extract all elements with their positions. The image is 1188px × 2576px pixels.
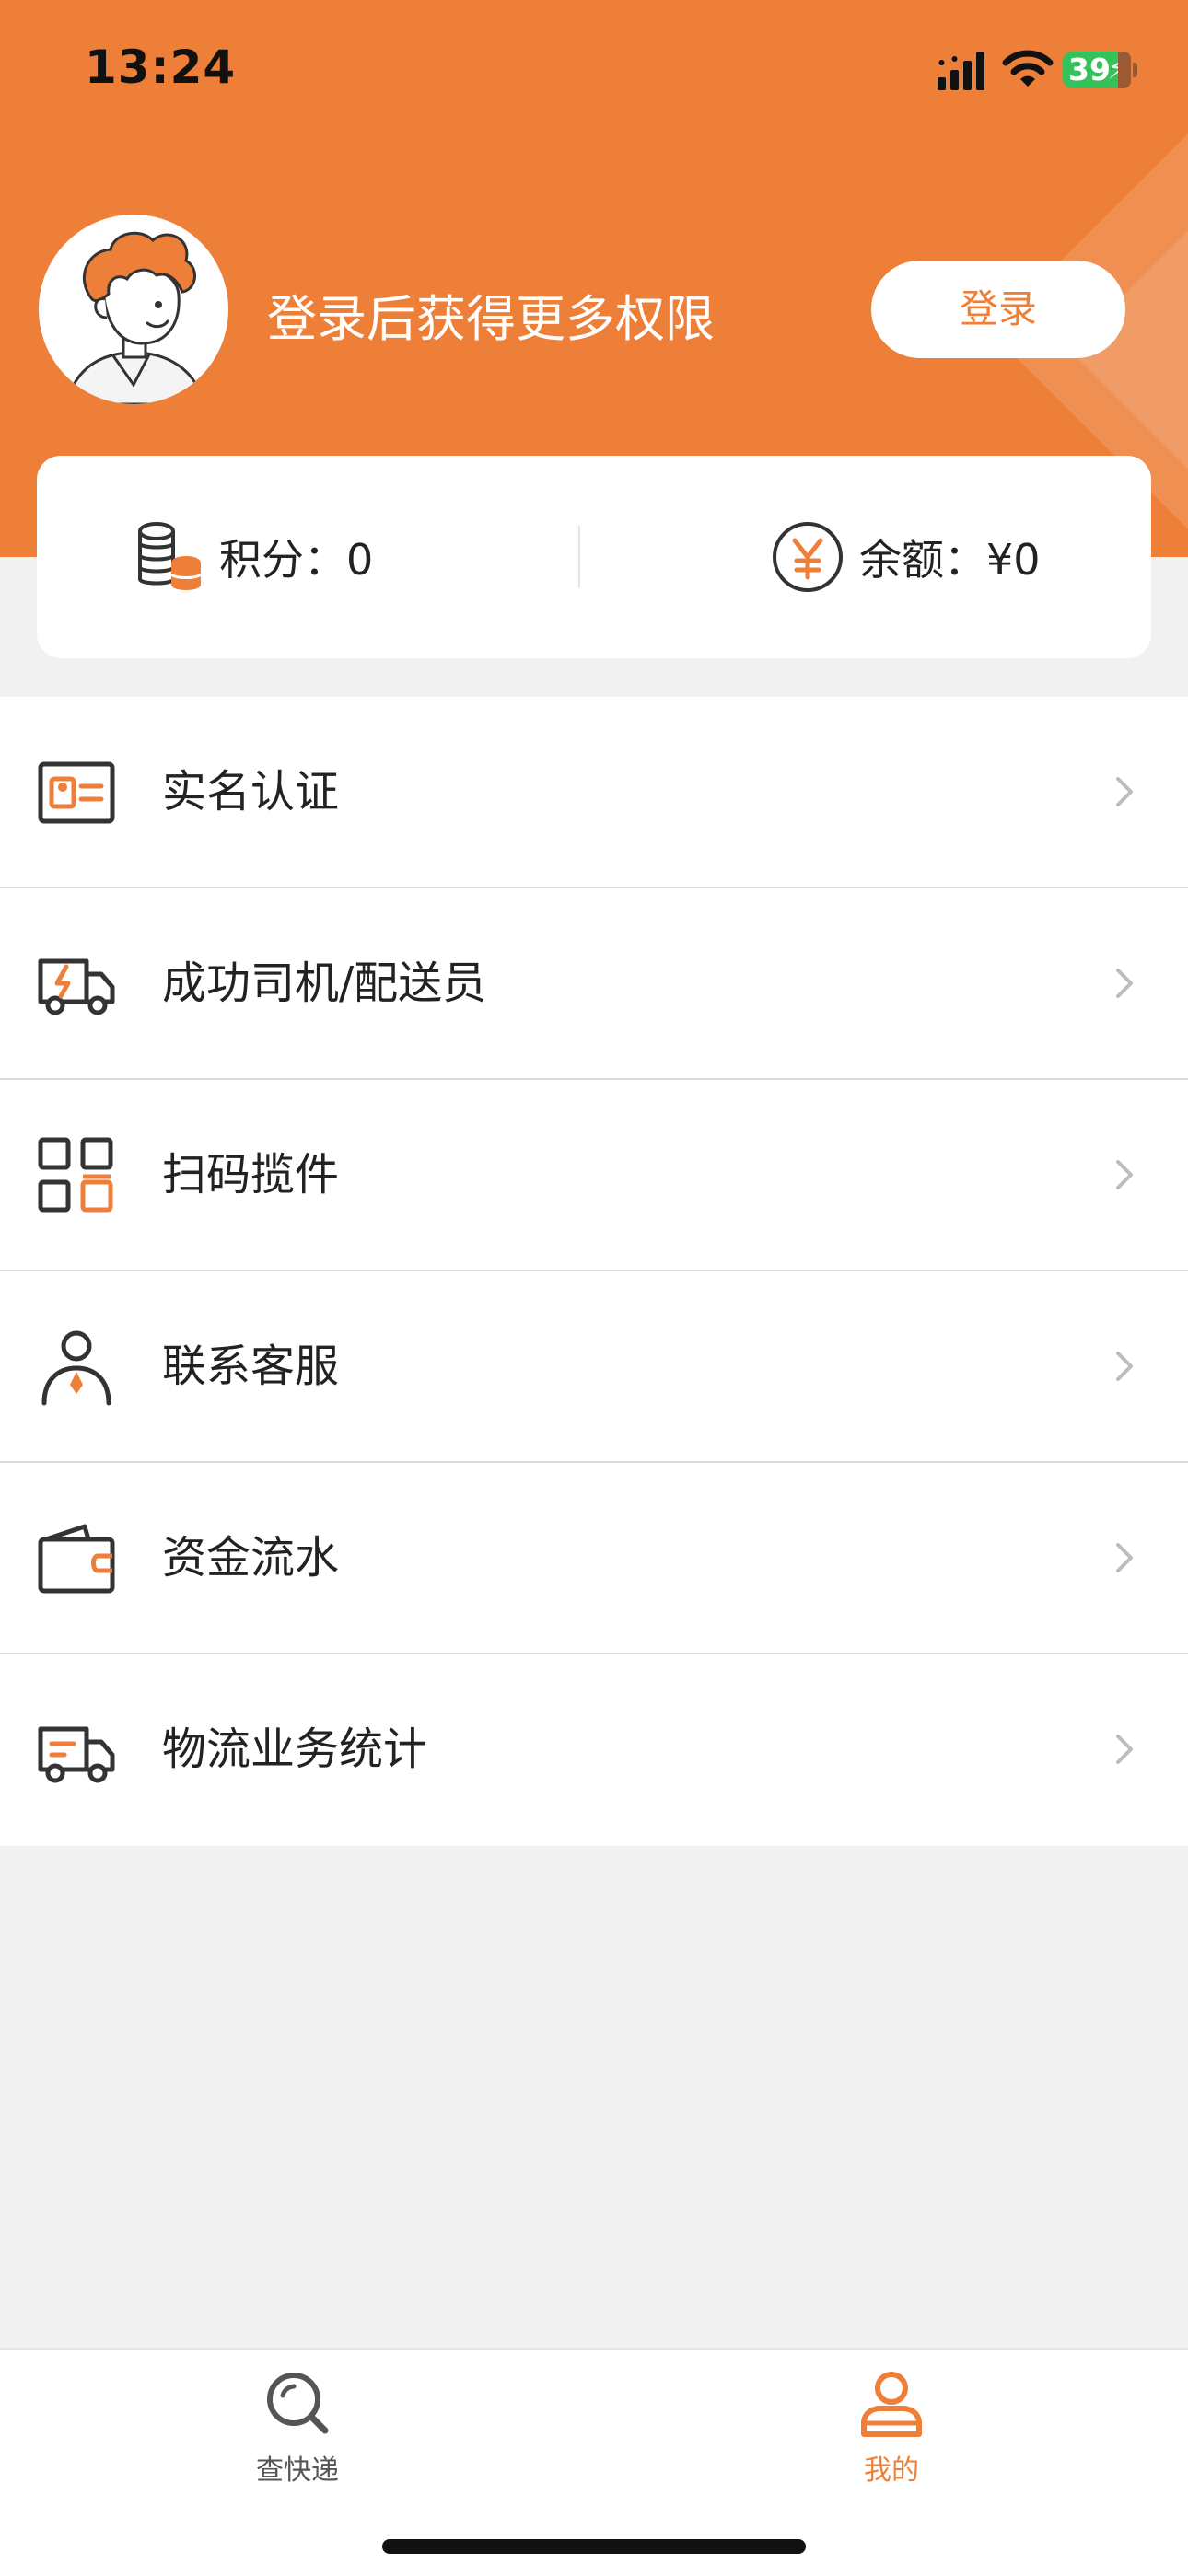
status-time: 13:24 [85, 41, 237, 94]
tab-label: 我的 [864, 2454, 919, 2487]
chevron-right-icon [1116, 777, 1133, 806]
qr-code-icon [38, 1137, 113, 1213]
menu-item-fund-flow[interactable]: 资金流水 [0, 1463, 1188, 1654]
menu-item-label: 扫码揽件 [162, 1149, 340, 1201]
login-prompt: 登录后获得更多权限 [267, 290, 715, 348]
stats-card: 积分：0 余额：¥0 [37, 456, 1151, 658]
user-icon [861, 2372, 922, 2437]
wifi-icon [1002, 50, 1054, 87]
menu-item-label: 成功司机/配送员 [162, 957, 487, 1009]
tab-label: 查快递 [256, 2454, 339, 2487]
yen-coin-icon [773, 522, 843, 592]
coins-icon [138, 522, 203, 590]
wallet-icon [38, 1524, 115, 1594]
menu-item-label: 物流业务统计 [162, 1723, 428, 1775]
cellular-signal-icon [938, 52, 984, 90]
delivery-truck-icon [38, 958, 115, 1015]
battery-cap [1133, 63, 1137, 77]
chevron-right-icon [1116, 1352, 1133, 1381]
balance-stat[interactable]: 余额：¥0 [769, 456, 1041, 658]
login-button[interactable]: 登录 [871, 261, 1125, 358]
cartoon-avatar-icon [64, 231, 206, 404]
home-indicator[interactable] [382, 2539, 806, 2554]
chevron-right-icon [1116, 1735, 1133, 1764]
menu-item-label: 资金流水 [162, 1532, 340, 1584]
menu-item-driver-courier[interactable]: 成功司机/配送员 [0, 888, 1188, 1080]
menu-item-real-name-verification[interactable]: 实名认证 [0, 697, 1188, 888]
search-icon [267, 2373, 329, 2434]
menu-item-customer-service[interactable]: 联系客服 [0, 1271, 1188, 1463]
menu-item-scan-pickup[interactable]: 扫码揽件 [0, 1080, 1188, 1271]
stats-divider [578, 526, 580, 588]
customer-service-icon [41, 1330, 111, 1406]
avatar[interactable] [39, 215, 228, 404]
points-stat[interactable]: 积分：0 [129, 456, 373, 658]
battery-level: 39 [1068, 52, 1111, 87]
chevron-right-icon [1116, 1160, 1133, 1189]
balance-label: 余额：¥0 [859, 535, 1041, 585]
menu-item-label: 联系客服 [162, 1340, 340, 1392]
menu-item-label: 实名认证 [162, 766, 340, 818]
menu-item-logistics-statistics[interactable]: 物流业务统计 [0, 1654, 1188, 1846]
tab-track-package[interactable]: 查快递 [187, 2368, 408, 2506]
chevron-right-icon [1116, 1543, 1133, 1572]
battery-remaining [1118, 52, 1131, 88]
id-card-icon [38, 761, 115, 824]
menu-list: 实名认证 成功司机/配送员 扫码揽件 联系客服 资金流水 物流业务统计 [0, 697, 1188, 1846]
tab-mine[interactable]: 我的 [781, 2368, 1002, 2506]
logistics-truck-icon [38, 1726, 115, 1783]
points-label: 积分：0 [219, 535, 374, 585]
chevron-right-icon [1116, 969, 1133, 998]
